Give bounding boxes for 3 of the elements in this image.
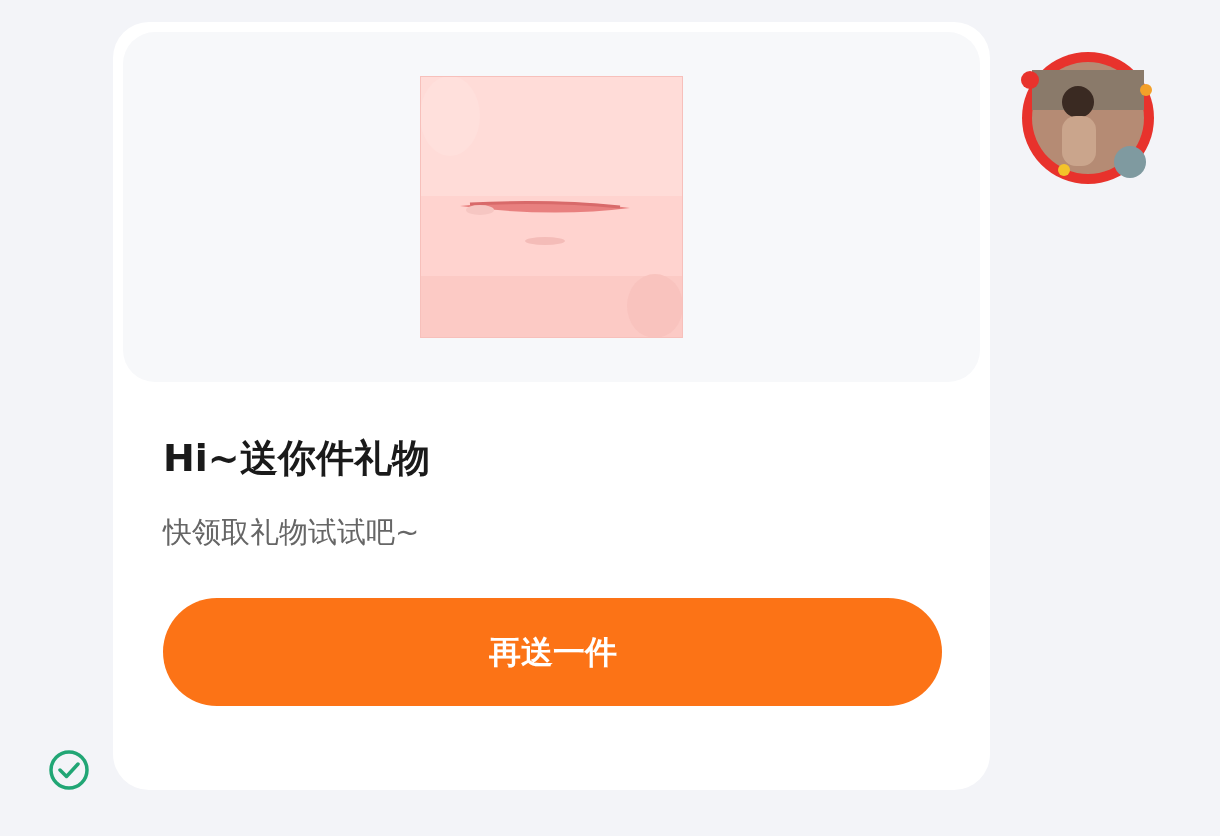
send-again-button[interactable]: 再送一件	[163, 598, 942, 706]
gift-subtitle: 快领取礼物试试吧~	[163, 514, 421, 551]
gift-title: Hi~送你件礼物	[163, 435, 431, 482]
